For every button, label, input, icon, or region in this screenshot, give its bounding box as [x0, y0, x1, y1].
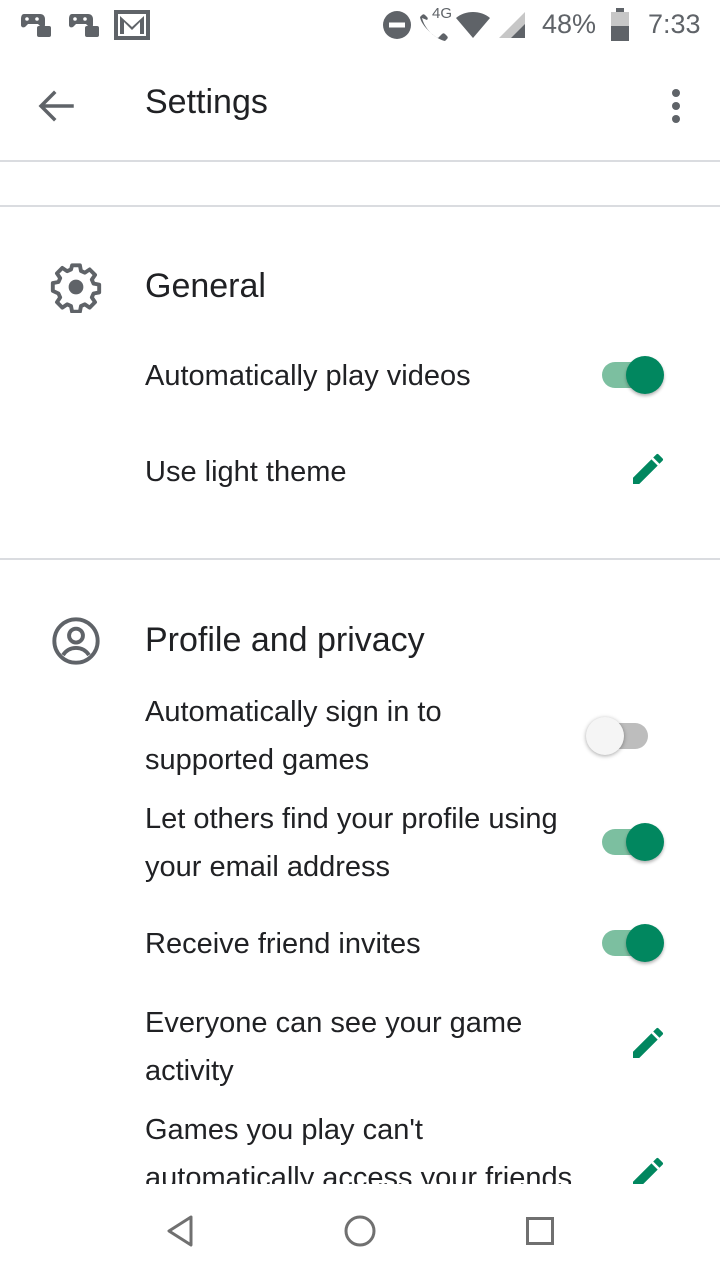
edit-friends-access-button[interactable]	[623, 1150, 673, 1184]
wifi-icon	[455, 10, 491, 45]
back-button[interactable]	[30, 82, 82, 134]
account-circle-icon	[50, 615, 102, 672]
setting-label: Automatically sign in to supported games	[145, 696, 442, 776]
section-title-general: General	[145, 267, 266, 305]
nav-back-button[interactable]	[155, 1208, 205, 1258]
home-circle-icon	[343, 1214, 377, 1253]
setting-label: Use light theme	[145, 456, 347, 488]
list-clip: Games you play can't automatically acces…	[0, 1100, 720, 1184]
setting-label: Let others find your profile using your …	[145, 803, 558, 883]
autoplay-videos-toggle[interactable]	[598, 350, 668, 400]
edit-theme-button[interactable]	[623, 446, 673, 496]
do-not-disturb-icon	[382, 10, 412, 45]
setting-label: Games you play can't automatically acces…	[145, 1114, 573, 1184]
edit-pencil-icon	[628, 449, 668, 494]
section-title-profile-privacy: Profile and privacy	[145, 621, 425, 659]
signal-icon	[497, 10, 527, 45]
overflow-menu-button[interactable]	[654, 82, 698, 134]
find-by-email-toggle[interactable]	[598, 817, 668, 867]
nav-home-button[interactable]	[335, 1208, 385, 1258]
app-bar: Settings	[0, 52, 720, 162]
recents-square-icon	[525, 1216, 555, 1251]
edit-pencil-icon	[628, 1153, 668, 1184]
nav-recents-button[interactable]	[515, 1208, 565, 1258]
divider	[0, 205, 720, 207]
clock: 7:33	[648, 9, 701, 39]
setting-label: Everyone can see your game activity	[145, 1007, 523, 1087]
setting-label: Receive friend invites	[145, 928, 421, 960]
gmail-icon	[114, 10, 150, 45]
status-bar: 4G 48% 7:33	[0, 0, 720, 52]
arrow-back-icon	[38, 90, 74, 127]
game-controller-icon	[68, 10, 102, 45]
game-controller-icon	[20, 10, 54, 45]
edit-pencil-icon	[628, 1023, 668, 1068]
battery-icon	[610, 8, 630, 47]
battery-percent: 48%	[542, 9, 597, 39]
more-vert-icon	[671, 88, 681, 129]
page-title: Settings	[145, 83, 268, 121]
network-label: 4G	[432, 5, 453, 22]
friend-invites-toggle[interactable]	[598, 918, 668, 968]
gear-icon	[50, 261, 102, 318]
divider	[0, 558, 720, 560]
system-nav-bar	[0, 1184, 720, 1280]
auto-sign-in-toggle[interactable]	[586, 711, 656, 761]
edit-game-activity-button[interactable]	[623, 1020, 673, 1070]
back-triangle-icon	[165, 1214, 195, 1253]
setting-label: Automatically play videos	[145, 360, 471, 392]
